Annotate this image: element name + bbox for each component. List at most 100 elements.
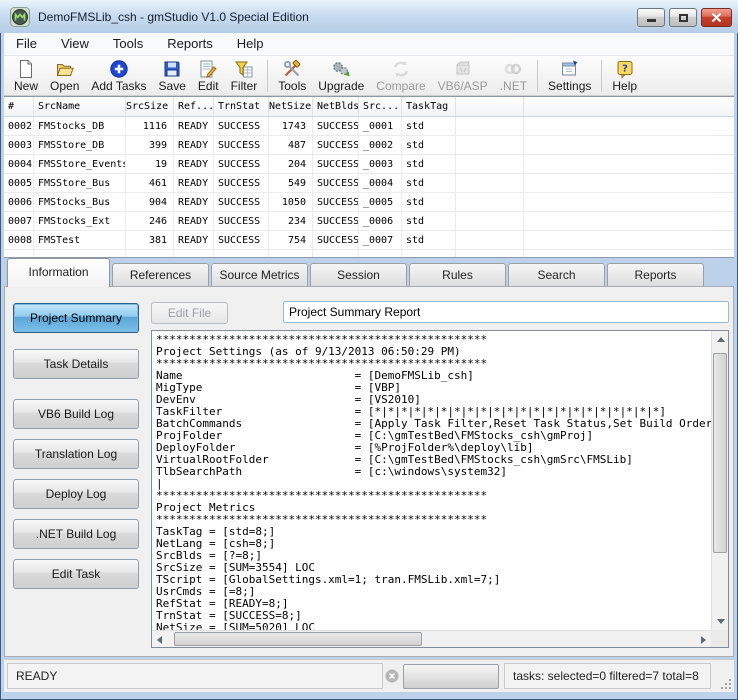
cell-netsize: 487	[269, 136, 313, 154]
col-srcsize[interactable]: SrcSize	[126, 97, 174, 116]
cell-extra	[456, 155, 524, 173]
vertical-scroll-thumb[interactable]	[713, 353, 727, 553]
report-title-input[interactable]: Project Summary Report	[283, 301, 729, 323]
menu-help[interactable]: Help	[225, 33, 276, 55]
scroll-left-icon[interactable]	[157, 636, 162, 644]
col-srcblds[interactable]: Src...	[359, 97, 402, 116]
cell-refstat: READY	[174, 174, 214, 192]
compare-arrows-icon	[393, 60, 409, 77]
cell-number: 0004	[4, 155, 34, 173]
cell-extra	[456, 136, 524, 154]
table-row[interactable]: 0008 FMSTest 381 READY SUCCESS 754 SUCCE…	[4, 231, 734, 250]
table-row[interactable]: 0007 FMStocks_Ext 246 READY SUCCESS 234 …	[4, 212, 734, 231]
cell-srcsize: 399	[126, 136, 174, 154]
table-row[interactable]: 0003 FMSStore_DB 399 READY SUCCESS 487 S…	[4, 136, 734, 155]
cell-srcname: FMSTest	[34, 231, 126, 249]
col-tasktag[interactable]: TaskTag	[402, 97, 456, 116]
statusbar: READY tasks: selected=0 filtered=7 total…	[4, 659, 734, 692]
resize-grip[interactable]	[719, 677, 732, 690]
app-icon	[10, 6, 30, 27]
cell-netsize: 204	[269, 155, 313, 173]
cell-netblds: SUCCESS	[313, 117, 359, 135]
help-label: Help	[612, 78, 638, 93]
open-button[interactable]: Open	[44, 57, 85, 95]
edit-task-button[interactable]: Edit Task	[13, 559, 139, 589]
menu-file[interactable]: File	[4, 33, 49, 55]
add-tasks-label: Add Tasks	[91, 78, 147, 93]
task-grid: # SrcName SrcSize Ref... TrnStat NetSize…	[4, 96, 734, 258]
cell-srcsize: 381	[126, 231, 174, 249]
scroll-right-icon[interactable]	[701, 636, 706, 644]
horizontal-scroll-thumb[interactable]	[174, 632, 422, 646]
toolbar-separator	[537, 59, 539, 92]
cell-srcblds: _0001	[359, 117, 402, 135]
tab-reports[interactable]: Reports	[607, 263, 704, 287]
dotnet-label: .NET	[499, 78, 528, 93]
cell-srcname: FMStocks_Bus	[34, 193, 126, 211]
task-details-button[interactable]: Task Details	[13, 349, 139, 379]
cell-filler	[524, 155, 734, 173]
col-srcname[interactable]: SrcName	[34, 97, 126, 116]
scroll-down-icon[interactable]	[717, 619, 725, 624]
compare-button: Compare	[370, 57, 431, 95]
tab-information[interactable]: Information	[7, 258, 110, 287]
help-button[interactable]: ? Help	[606, 57, 643, 95]
cell-netblds: SUCCESS	[313, 193, 359, 211]
col-number[interactable]: #	[4, 97, 34, 116]
cell-tasktag: std	[402, 174, 456, 192]
tools-button[interactable]: Tools	[272, 57, 312, 95]
close-button[interactable]	[701, 8, 732, 27]
cell-netsize: 1743	[269, 117, 313, 135]
edit-label: Edit	[197, 78, 219, 93]
vb6-build-log-button[interactable]: VB6 Build Log	[13, 399, 139, 429]
scroll-up-icon[interactable]	[717, 337, 725, 342]
save-button[interactable]: Save	[153, 57, 192, 95]
col-netsize[interactable]: NetSize	[269, 97, 313, 116]
filter-button[interactable]: Filter	[225, 57, 264, 95]
project-summary-button[interactable]: Project Summary	[13, 303, 139, 333]
translation-log-button[interactable]: Translation Log	[13, 439, 139, 469]
save-label: Save	[158, 78, 186, 93]
cell-netblds: SUCCESS	[313, 136, 359, 154]
new-label: New	[14, 78, 39, 93]
tab-references[interactable]: References	[112, 263, 209, 287]
restore-button[interactable]	[669, 8, 697, 27]
settings-button[interactable]: Settings	[542, 57, 597, 95]
table-row[interactable]: 0002 FMStocks_DB 1116 READY SUCCESS 1743…	[4, 117, 734, 136]
status-cancel-icon[interactable]	[385, 669, 399, 683]
tab-source-metrics[interactable]: Source Metrics	[211, 263, 308, 287]
report-textarea[interactable]: ****************************************…	[151, 330, 729, 648]
cell-srcname: FMSStore_Bus	[34, 174, 126, 192]
grid-body: 0002 FMStocks_DB 1116 READY SUCCESS 1743…	[4, 117, 734, 250]
app-window: DemoFMSLib_csh - gmStudio V1.0 Special E…	[0, 0, 738, 700]
menu-reports[interactable]: Reports	[155, 33, 225, 55]
tab-rules[interactable]: Rules	[409, 263, 506, 287]
table-row[interactable]: 0006 FMStocks_Bus 904 READY SUCCESS 1050…	[4, 193, 734, 212]
menu-tools[interactable]: Tools	[101, 33, 155, 55]
cell-tasktag: std	[402, 136, 456, 154]
cell-trnstat: SUCCESS	[214, 155, 269, 173]
cell-refstat: READY	[174, 212, 214, 230]
col-trnstat[interactable]: TrnStat	[214, 97, 269, 116]
table-row[interactable]: 0004 FMSStore_Events 19 READY SUCCESS 20…	[4, 155, 734, 174]
deploy-log-button[interactable]: Deploy Log	[13, 479, 139, 509]
cell-refstat: READY	[174, 231, 214, 249]
net-build-log-button[interactable]: .NET Build Log	[13, 519, 139, 549]
col-refstat[interactable]: Ref...	[174, 97, 214, 116]
cell-trnstat: SUCCESS	[214, 117, 269, 135]
upgrade-button[interactable]: Upgrade	[312, 57, 370, 95]
tab-search[interactable]: Search	[508, 263, 605, 287]
cell-srcname: FMStocks_Ext	[34, 212, 126, 230]
minimize-button[interactable]	[637, 8, 665, 27]
horizontal-scrollbar[interactable]	[152, 630, 711, 647]
menu-view[interactable]: View	[49, 33, 101, 55]
col-netblds[interactable]: NetBlds	[313, 97, 359, 116]
table-row[interactable]: 0005 FMSStore_Bus 461 READY SUCCESS 549 …	[4, 174, 734, 193]
tab-session[interactable]: Session	[310, 263, 407, 287]
add-tasks-button[interactable]: Add Tasks	[85, 57, 152, 95]
vertical-scrollbar[interactable]	[711, 331, 728, 630]
new-button[interactable]: New	[8, 57, 44, 95]
cell-srcblds: _0004	[359, 174, 402, 192]
edit-button[interactable]: Edit	[192, 57, 225, 95]
cell-extra	[456, 231, 524, 249]
